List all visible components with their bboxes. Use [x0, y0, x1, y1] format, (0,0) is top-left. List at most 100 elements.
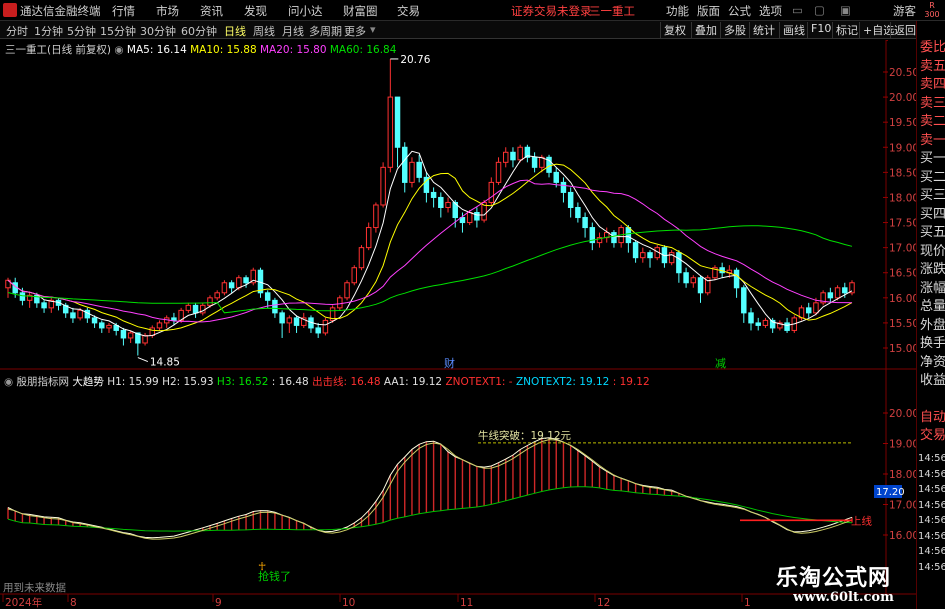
indicator-name: 大趋势 — [72, 376, 104, 388]
ma5-label: MA5: 16.14 — [126, 44, 187, 56]
sub-y-tick-label: 18.00 — [889, 469, 919, 481]
date-label: 2024年 — [5, 596, 42, 609]
candle-body — [91, 317, 98, 324]
candle-body — [243, 277, 249, 284]
candle-body — [185, 304, 192, 311]
candle-body — [228, 282, 235, 289]
settings-icon[interactable]: ◉ — [114, 44, 123, 56]
h2-line — [7, 439, 853, 540]
y-tick-label: 17.00 — [889, 243, 919, 255]
value-label: : 16.48 — [271, 376, 309, 388]
candle-body — [668, 252, 675, 264]
y-tick-label: 16.50 — [889, 268, 919, 280]
candle-body — [755, 322, 761, 326]
shang-label: 上线 — [851, 514, 872, 527]
quote-label: 涨跌 — [920, 262, 945, 277]
date-label: 9 — [215, 597, 222, 609]
candle-body — [293, 317, 300, 326]
candle-body — [365, 227, 372, 249]
candle-body — [192, 304, 199, 314]
ma10-label: MA10: 15.88 — [190, 44, 257, 56]
candle-body — [373, 204, 379, 229]
ma20-line — [7, 179, 853, 323]
ma60-line — [7, 225, 853, 314]
znotext2-label: ZNOTEXT2: 19.12 — [515, 376, 610, 388]
settings-icon[interactable]: ◉ — [4, 376, 13, 388]
kline-chart[interactable]: 20.50 20.00 19.50 19.00 18.50 18.00 17.50 17.00… — [0, 0, 945, 609]
y-tick-label: 20.50 — [889, 67, 919, 79]
candle-body — [762, 319, 769, 326]
main-legend: 三一重工(日线 前复权) ◉ MA5: 16.14 MA10: 15.88 MA… — [5, 42, 396, 57]
y-tick-label: 15.50 — [889, 318, 919, 330]
ma10-line — [7, 163, 853, 332]
candle-body — [741, 287, 747, 314]
candle-body — [41, 302, 47, 309]
h1-label: H1: 15.99 — [107, 376, 159, 388]
y-tick-label: 20.00 — [889, 92, 919, 104]
y-tick-label: 17.50 — [889, 218, 919, 230]
candle-body — [344, 282, 350, 299]
candle-body — [683, 272, 689, 284]
candle-body — [640, 252, 646, 259]
date-label: 10 — [342, 597, 355, 609]
h1-line — [7, 437, 853, 539]
candle-body — [438, 196, 444, 208]
candle-body — [236, 277, 242, 289]
znotext1-label: ZNOTEXT1: - — [445, 376, 513, 388]
candle-body — [748, 312, 754, 324]
quote-label: 卖一 — [920, 132, 945, 148]
chart-title: 三一重工(日线 前复权) — [5, 44, 112, 56]
low-label: 14.85 — [150, 357, 180, 369]
ma5-line — [7, 150, 853, 337]
sub-y-tick-label: 16.00 — [889, 530, 919, 542]
h2-label: H2: 15.93 — [162, 376, 214, 388]
candle-body — [676, 252, 682, 274]
candle-body — [531, 156, 538, 168]
aa1-label: AA1: 19.12 — [383, 376, 443, 388]
ke-figure-icon: ☥ — [258, 560, 266, 573]
quote-label: 委比 — [920, 40, 945, 55]
candle-body — [488, 181, 495, 203]
candle-body — [834, 287, 841, 299]
candle-body — [214, 292, 220, 299]
candle-body — [264, 292, 271, 301]
future-data-note: 用到未来数据 — [3, 581, 66, 594]
quote-label: 收益 — [920, 373, 945, 388]
value-label: : 19.12 — [612, 376, 650, 388]
quote-label: 总量 — [920, 299, 945, 314]
watermark-url: www.60lt.com — [793, 590, 894, 605]
candle-body — [272, 299, 278, 314]
candle-body — [380, 166, 386, 206]
candle-body — [647, 252, 653, 259]
candle-body — [402, 146, 408, 183]
y-tick-label: 16.00 — [889, 293, 919, 305]
candle-body — [827, 292, 834, 299]
candle-body — [690, 277, 697, 284]
quote-label: 卖三 — [920, 95, 945, 111]
candle-body — [842, 287, 848, 294]
quote-label: 买三 — [920, 188, 945, 203]
low-marker — [137, 357, 149, 362]
value-box-label: 17.20 — [876, 487, 905, 498]
y-tick-label: 18.00 — [889, 192, 919, 204]
ma60-label: MA60: 16.84 — [329, 44, 397, 56]
candle-body — [510, 151, 516, 161]
quote-label: 卖二 — [920, 114, 945, 129]
candle-body — [733, 269, 740, 289]
ma20-label: MA20: 15.80 — [259, 44, 327, 56]
candle-body — [784, 322, 790, 331]
candle-body — [337, 297, 343, 309]
r-badge: R 300 — [919, 1, 945, 19]
candle-body — [286, 317, 293, 324]
y-tick-label: 15.00 — [889, 343, 919, 355]
quote-label: 买四 — [920, 206, 945, 222]
candle-body — [394, 96, 401, 148]
h3-line — [7, 486, 853, 532]
candle-body — [77, 309, 83, 319]
candle-body — [142, 334, 148, 344]
high-label: 20.76 — [400, 54, 430, 66]
candle-body — [632, 242, 639, 259]
quote-label: 净资 — [920, 354, 945, 370]
candle-body — [409, 161, 415, 183]
date-label: 12 — [597, 597, 610, 609]
